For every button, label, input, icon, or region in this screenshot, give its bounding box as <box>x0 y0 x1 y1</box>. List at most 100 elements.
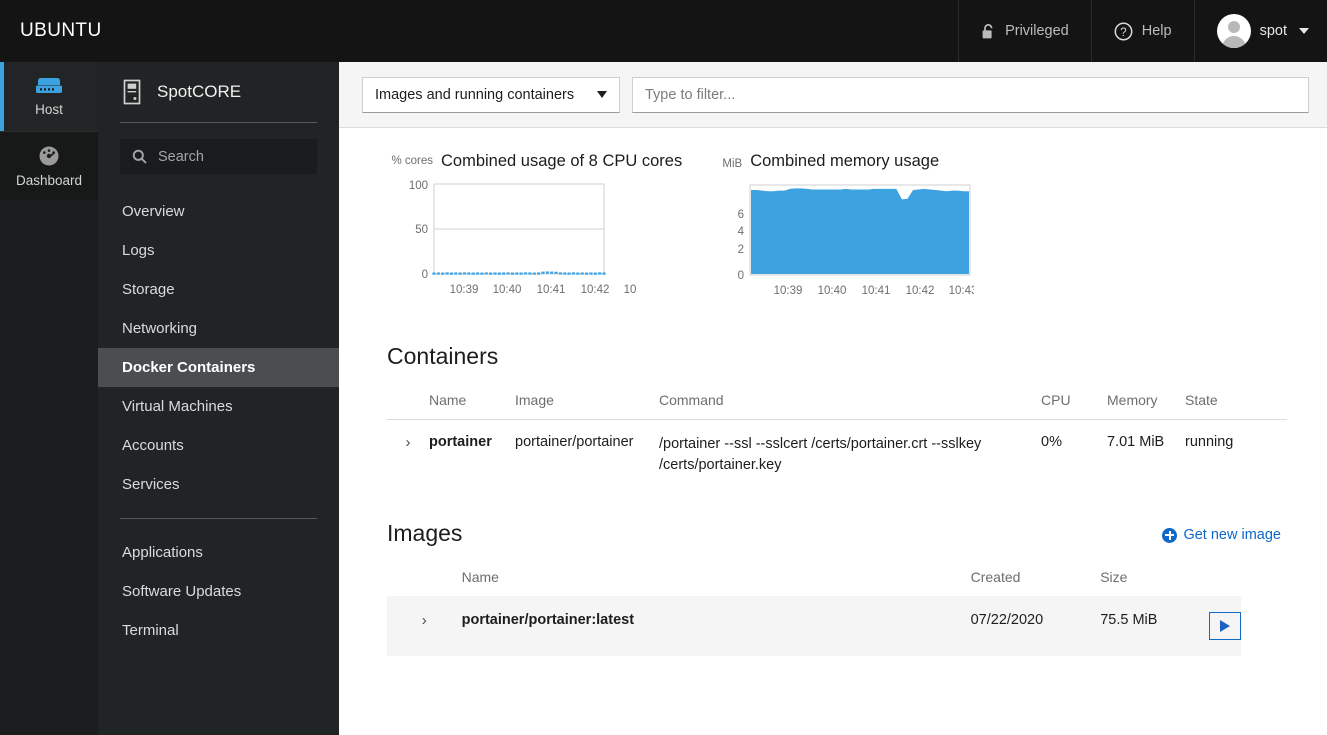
sidebar-item-storage[interactable]: Storage <box>98 270 339 309</box>
sidebar-item-logs[interactable]: Logs <box>98 231 339 270</box>
main-content: Images and running containers % cores Co… <box>339 62 1327 735</box>
sidebar-item-terminal[interactable]: Terminal <box>98 611 339 650</box>
row-expand-toggle[interactable]: › <box>387 596 462 656</box>
images-table: Name Created Size › portainer/portainer:… <box>387 547 1241 657</box>
sidebar-item-label: Docker Containers <box>122 359 256 376</box>
sidebar-nav: Overview Logs Storage Networking Docker … <box>98 184 339 650</box>
sidebar-item-label: Terminal <box>122 622 179 639</box>
col-expand <box>387 370 429 420</box>
memory-chart-plot: 6 4 2 0 10:39 10:40 10:41 10:42 10:43 <box>738 184 978 297</box>
container-command: /portainer --ssl --sslcert /certs/portai… <box>659 419 1041 491</box>
charts-area: % cores Combined usage of 8 CPU cores 10… <box>339 128 1327 313</box>
search-icon <box>132 149 147 164</box>
row-expand-toggle[interactable]: › <box>387 419 429 491</box>
container-image: portainer/portainer <box>515 419 659 491</box>
container-cpu: 0% <box>1041 419 1107 491</box>
search-input[interactable]: Search <box>120 139 317 174</box>
memory-chart: MiB Combined memory usage 6 4 2 0 10:39 … <box>714 150 978 313</box>
memory-chart-title: Combined memory usage <box>750 152 940 170</box>
chevron-right-icon: › <box>405 434 411 451</box>
container-state: running <box>1185 419 1287 491</box>
user-name-label: spot <box>1259 23 1287 39</box>
sidebar-item-networking[interactable]: Networking <box>98 309 339 348</box>
table-row[interactable]: › portainer portainer/portainer /portain… <box>387 419 1287 491</box>
view-select-value: Images and running containers <box>375 86 575 103</box>
containers-section: Containers Name Image Command CPU Memory… <box>339 313 1327 657</box>
col-state: State <box>1185 392 1218 408</box>
cpu-chart-plot: 100 50 0 10:39 10:40 10:41 10:42 10:43 <box>409 180 653 296</box>
containers-header-row: Name Image Command CPU Memory State <box>387 370 1287 420</box>
sidebar-item-applications[interactable]: Applications <box>98 533 339 572</box>
containers-title: Containers <box>387 343 499 369</box>
rail-item-label: Dashboard <box>15 173 83 188</box>
rail-item-host[interactable]: Host <box>0 62 98 131</box>
col-created: Created <box>970 569 1021 586</box>
sidebar-item-label: Software Updates <box>122 583 242 600</box>
sidebar-item-label: Accounts <box>122 437 184 454</box>
container-name: portainer <box>429 419 515 491</box>
search-placeholder: Search <box>158 148 204 165</box>
user-menu-button[interactable]: spot <box>1193 0 1327 62</box>
caret-down-icon <box>597 91 607 98</box>
sidebar-item-label: Virtual Machines <box>122 398 233 415</box>
sidebar-item-software-updates[interactable]: Software Updates <box>98 572 339 611</box>
cpu-chart: % cores Combined usage of 8 CPU cores 10… <box>387 150 682 313</box>
svg-text:0: 0 <box>738 270 744 282</box>
sidebar-section-divider <box>120 518 317 519</box>
sidebar-host-name: SpotCORE <box>157 82 242 101</box>
plus-circle-icon <box>1162 527 1178 543</box>
sidebar-item-overview[interactable]: Overview <box>98 192 339 231</box>
images-header-row: Name Created Size <box>387 547 1241 596</box>
filter-input[interactable] <box>632 76 1309 113</box>
privileged-button[interactable]: Privileged <box>958 0 1091 62</box>
server-icon <box>33 77 65 97</box>
play-icon <box>1220 620 1230 633</box>
sidebar-item-virtual-machines[interactable]: Virtual Machines <box>98 387 339 426</box>
rail-item-dashboard[interactable]: Dashboard <box>0 131 98 200</box>
get-new-image-button[interactable]: Get new image <box>1162 527 1281 543</box>
svg-text:10:41: 10:41 <box>537 284 566 296</box>
view-select[interactable]: Images and running containers <box>362 76 620 113</box>
help-label: Help <box>1141 23 1172 39</box>
sidebar: SpotCORE Search Overview Logs Storage Ne… <box>98 62 339 735</box>
sidebar-host-header[interactable]: SpotCORE <box>98 62 339 122</box>
svg-text:10:39: 10:39 <box>450 284 479 296</box>
memory-chart-unit: MiB <box>722 158 743 170</box>
svg-text:10:41: 10:41 <box>862 285 891 297</box>
sidebar-item-label: Logs <box>122 242 155 259</box>
svg-text:10:42: 10:42 <box>581 284 610 296</box>
sidebar-item-label: Storage <box>122 281 175 298</box>
sidebar-item-services[interactable]: Services <box>98 465 339 504</box>
gauge-icon <box>36 144 62 168</box>
cpu-chart-unit: % cores <box>391 155 433 167</box>
svg-text:10:40: 10:40 <box>818 285 847 297</box>
col-size: Size <box>1100 569 1128 586</box>
help-button[interactable]: ? Help <box>1090 0 1194 62</box>
svg-text:50: 50 <box>415 224 428 236</box>
col-expand <box>387 547 462 596</box>
col-name: Name <box>429 392 467 408</box>
table-row[interactable]: › portainer/portainer:latest 07/22/2020 … <box>387 596 1241 657</box>
col-command: Command <box>659 392 724 408</box>
col-actions <box>1209 547 1241 596</box>
run-image-button[interactable] <box>1209 612 1241 641</box>
svg-text:10:42: 10:42 <box>906 285 935 297</box>
col-memory: Memory <box>1107 392 1158 408</box>
sidebar-item-docker-containers[interactable]: Docker Containers <box>98 348 339 387</box>
containers-table: Name Image Command CPU Memory State › po… <box>387 370 1287 491</box>
svg-text:10:40: 10:40 <box>493 284 522 296</box>
icon-rail: Host Dashboard <box>0 62 98 735</box>
sidebar-item-label: Networking <box>122 320 198 337</box>
caret-down-icon <box>1299 28 1309 34</box>
filter-toolbar: Images and running containers <box>339 62 1327 128</box>
image-size: 75.5 MiB <box>1100 612 1158 629</box>
svg-text:100: 100 <box>409 180 428 192</box>
avatar <box>1216 14 1251 48</box>
sidebar-item-label: Overview <box>122 203 185 220</box>
images-section-header: Images Get new image <box>387 490 1327 547</box>
svg-text:2: 2 <box>738 244 744 256</box>
top-bar: UBUNTU Privileged ? Help spot <box>0 0 1327 62</box>
svg-text:?: ? <box>1120 27 1126 39</box>
brand-title: UBUNTU <box>20 20 102 41</box>
sidebar-item-accounts[interactable]: Accounts <box>98 426 339 465</box>
